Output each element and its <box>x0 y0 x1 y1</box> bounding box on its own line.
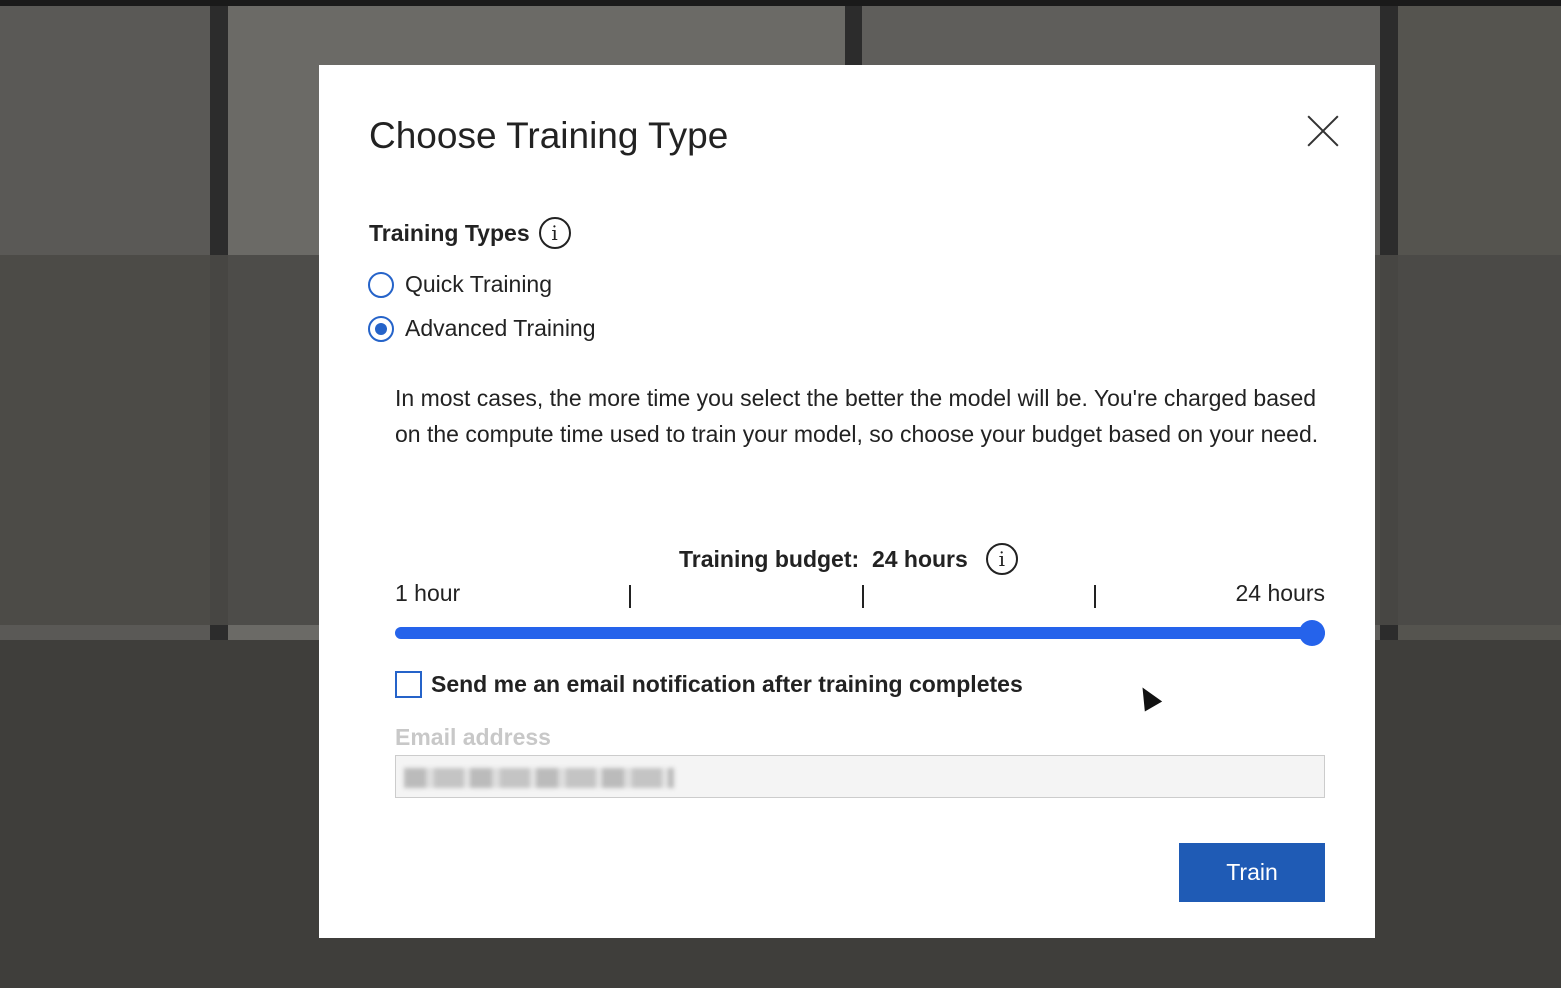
budget-slider[interactable] <box>395 620 1325 646</box>
checkbox-label: Send me an email notification after trai… <box>431 671 1023 697</box>
radio-label: Quick Training <box>405 271 553 297</box>
budget-label: Training budget: <box>679 545 860 572</box>
email-input[interactable] <box>395 755 1325 798</box>
redacted-email <box>404 768 674 788</box>
slider-tick <box>1094 585 1096 608</box>
dialog-title: Choose Training Type <box>369 115 729 156</box>
info-icon[interactable]: i <box>985 543 1018 575</box>
slider-tick <box>629 585 631 608</box>
slider-tick <box>862 585 864 608</box>
training-type-dialog: Choose Training Type Training Types i Qu… <box>319 65 1375 938</box>
radio-circle-selected[interactable] <box>368 315 394 342</box>
email-label: Email address <box>395 724 551 750</box>
radio-quick-training[interactable]: Quick Training <box>368 271 552 298</box>
slider-max-label: 24 hours <box>1235 580 1325 606</box>
radio-label: Advanced Training <box>405 315 596 341</box>
close-icon[interactable] <box>1303 111 1343 151</box>
budget-value: 24 hours <box>871 545 968 572</box>
radio-advanced-training[interactable]: Advanced Training <box>368 315 596 342</box>
info-icon[interactable]: i <box>538 217 571 249</box>
training-types-label: Training Types <box>369 219 530 246</box>
slider-thumb[interactable] <box>1298 620 1325 646</box>
training-types-heading: Training Types i <box>369 217 571 249</box>
email-notification-checkbox[interactable]: Send me an email notification after trai… <box>395 671 1023 698</box>
slider-fill <box>395 627 1325 639</box>
description-text: In most cases, the more time you select … <box>395 385 1319 447</box>
training-budget: Training budget: 24 hours i <box>679 543 1018 575</box>
train-button[interactable]: Train <box>1179 843 1325 902</box>
slider-min-label: 1 hour <box>395 580 461 606</box>
radio-circle[interactable] <box>368 271 394 298</box>
checkbox-box[interactable] <box>395 671 422 698</box>
